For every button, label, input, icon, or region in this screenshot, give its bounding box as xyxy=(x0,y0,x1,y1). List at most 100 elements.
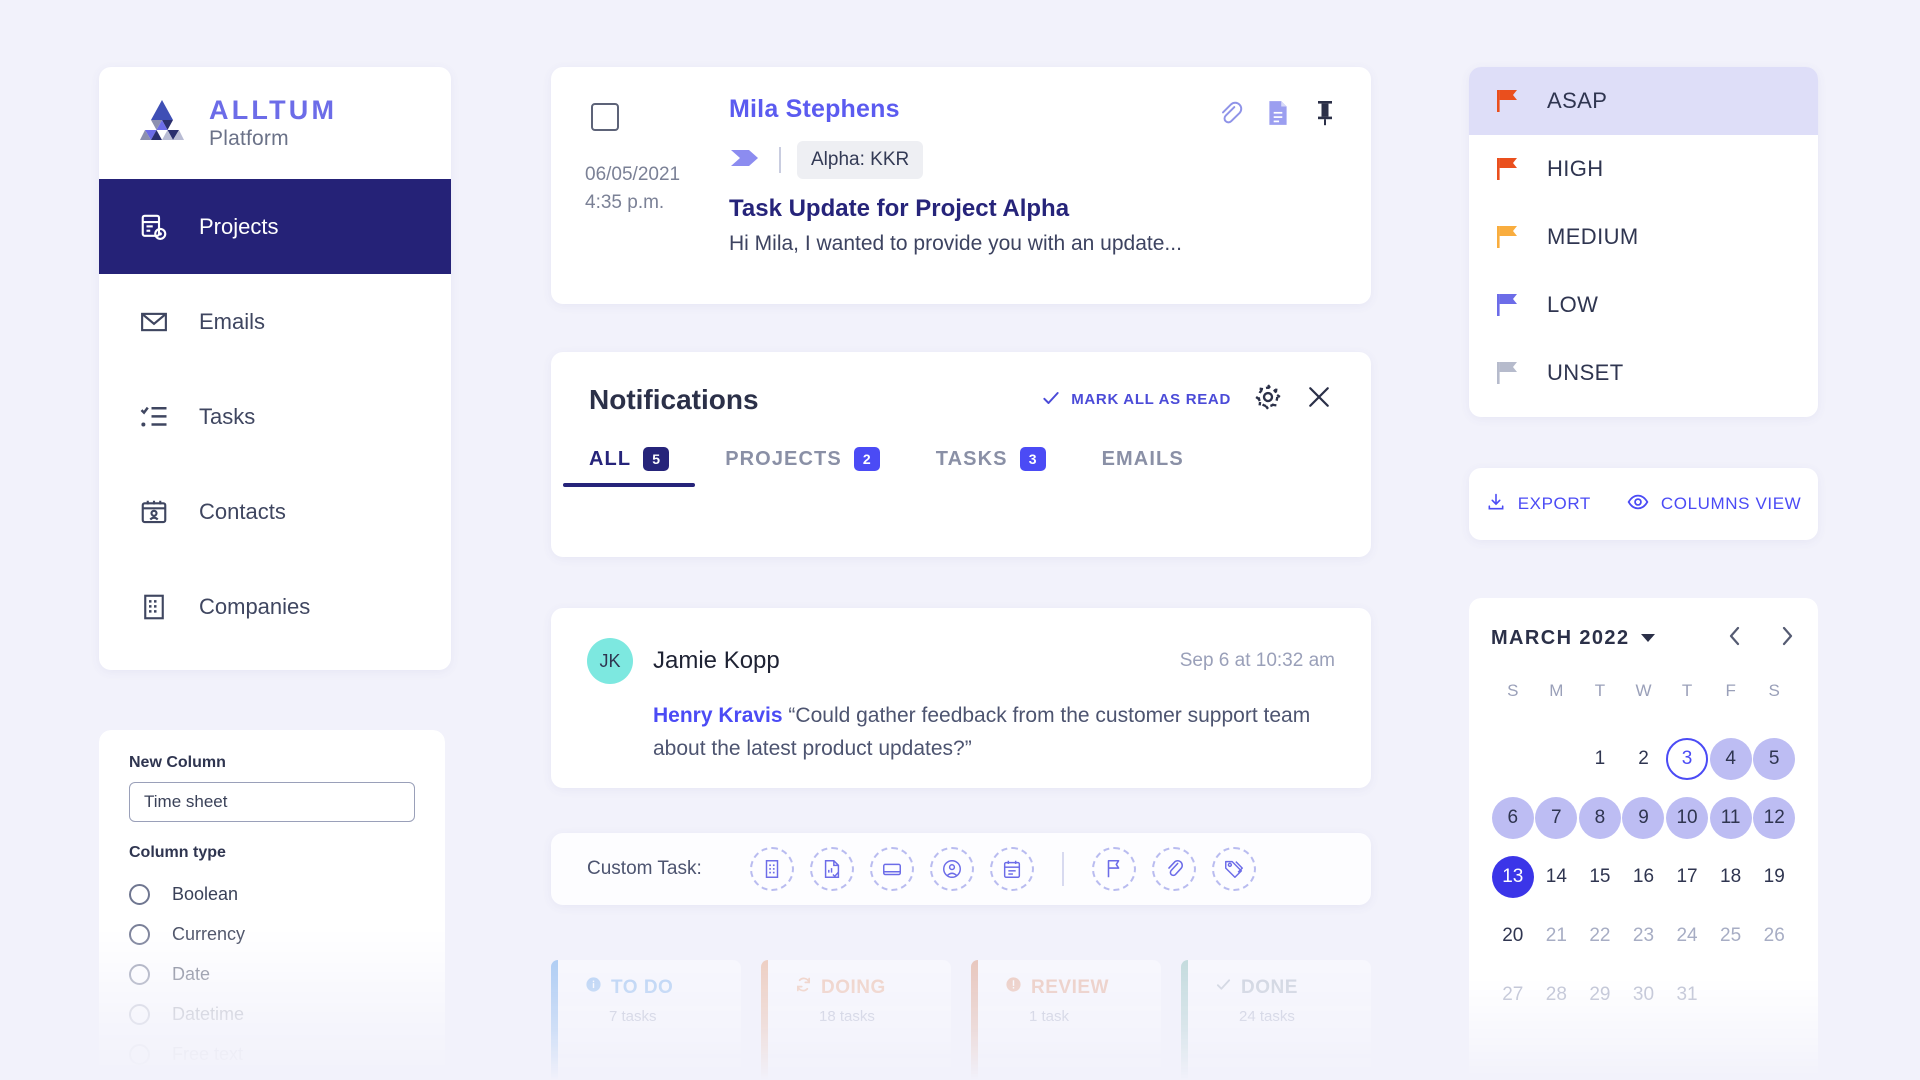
close-icon[interactable] xyxy=(1305,383,1333,416)
calendar-day[interactable]: 30 xyxy=(1622,974,1664,1016)
calendar-day[interactable]: 14 xyxy=(1535,856,1577,898)
calendar-day-cell[interactable]: 6 xyxy=(1491,788,1535,847)
calendar-day-cell[interactable]: 31 xyxy=(1665,965,1709,1024)
radio-option-boolean[interactable]: Boolean xyxy=(129,874,415,914)
calendar-day-cell[interactable]: 13 xyxy=(1491,847,1535,906)
document-icon[interactable] xyxy=(1265,99,1291,132)
radio-button[interactable] xyxy=(129,883,150,905)
calendar-day-cell[interactable]: 5 xyxy=(1752,729,1796,788)
calendar-day[interactable]: 29 xyxy=(1579,974,1621,1016)
calendar-day-cell[interactable]: 20 xyxy=(1491,906,1535,965)
calendar-day[interactable]: 4 xyxy=(1709,737,1752,780)
calendar-day[interactable]: 17 xyxy=(1666,856,1708,898)
calendar-day[interactable]: 22 xyxy=(1579,915,1621,957)
calendar-icon-button[interactable] xyxy=(989,847,1034,891)
sidebar-item-contacts[interactable]: Contacts xyxy=(99,464,451,559)
attachment-icon-button[interactable] xyxy=(1151,847,1196,891)
kanban-column-review[interactable]: REVIEW 1 task xyxy=(971,960,1161,1080)
radio-option-datetime[interactable]: Datetime xyxy=(129,994,415,1034)
calendar-day-cell[interactable]: 17 xyxy=(1665,847,1709,906)
mark-all-as-read-button[interactable]: MARK ALL AS READ xyxy=(1041,388,1231,412)
calendar-day-cell[interactable]: 12 xyxy=(1752,788,1796,847)
priority-item-high[interactable]: HIGH xyxy=(1469,135,1818,203)
email-card[interactable]: 06/05/2021 4:35 p.m. Mila Stephens Alpha… xyxy=(551,67,1371,304)
calendar-day-cell[interactable]: 30 xyxy=(1622,965,1666,1024)
calendar-day[interactable]: 24 xyxy=(1666,915,1708,957)
sidebar-item-companies[interactable]: Companies xyxy=(99,559,451,654)
tab-projects[interactable]: PROJECTS 2 xyxy=(725,447,880,487)
building-icon-button[interactable] xyxy=(749,847,794,891)
contact-icon-button[interactable] xyxy=(929,847,974,891)
calendar-day[interactable]: 10 xyxy=(1666,796,1709,839)
calendar-day[interactable]: 16 xyxy=(1622,856,1664,898)
calendar-day-cell[interactable]: 27 xyxy=(1491,965,1535,1024)
calendar-day[interactable]: 21 xyxy=(1535,915,1577,957)
priority-item-asap[interactable]: ASAP xyxy=(1469,67,1818,135)
card-icon-button[interactable] xyxy=(869,847,914,891)
calendar-day-cell[interactable]: 28 xyxy=(1535,965,1579,1024)
calendar-day-cell[interactable]: 25 xyxy=(1709,906,1753,965)
tag-icon-button[interactable] xyxy=(1211,847,1256,891)
calendar-day-cell[interactable]: 15 xyxy=(1578,847,1622,906)
priority-item-low[interactable]: LOW xyxy=(1469,271,1818,339)
sidebar-item-emails[interactable]: Emails xyxy=(99,274,451,369)
calendar-day-cell[interactable]: 10 xyxy=(1665,788,1709,847)
kanban-column-todo[interactable]: TO DO 7 tasks xyxy=(551,960,741,1080)
next-month-button[interactable] xyxy=(1778,624,1796,653)
radio-button[interactable] xyxy=(129,1043,150,1065)
calendar-day[interactable]: 27 xyxy=(1492,974,1534,1016)
tab-all[interactable]: ALL 5 xyxy=(562,447,696,487)
calendar-day[interactable]: 7 xyxy=(1535,796,1578,839)
notification-mentioned-person[interactable]: Henry Kravis xyxy=(653,704,783,727)
sidebar-item-projects[interactable]: Projects xyxy=(99,179,451,274)
calendar-day[interactable]: 12 xyxy=(1753,796,1796,839)
pin-icon[interactable] xyxy=(1313,99,1337,132)
calendar-day[interactable]: 23 xyxy=(1622,915,1664,957)
radio-option-free-text[interactable]: Free text xyxy=(129,1034,415,1074)
calendar-day-cell[interactable]: 8 xyxy=(1578,788,1622,847)
calendar-day[interactable]: 11 xyxy=(1709,796,1752,839)
calendar-day[interactable]: 6 xyxy=(1491,796,1534,839)
calendar-day-cell[interactable]: 3 xyxy=(1665,729,1709,788)
calendar-day-cell[interactable]: 14 xyxy=(1535,847,1579,906)
calendar-day[interactable]: 5 xyxy=(1753,737,1796,780)
calendar-day-cell[interactable]: 18 xyxy=(1709,847,1753,906)
priority-item-unset[interactable]: UNSET xyxy=(1469,339,1818,407)
radio-option-date[interactable]: Date xyxy=(129,954,415,994)
email-checkbox[interactable] xyxy=(591,103,619,131)
kanban-column-done[interactable]: DONE 24 tasks xyxy=(1181,960,1371,1080)
calendar-day[interactable]: 20 xyxy=(1492,915,1534,957)
calendar-day-cell[interactable]: 4 xyxy=(1709,729,1753,788)
radio-button[interactable] xyxy=(129,1003,150,1025)
file-check-icon-button[interactable] xyxy=(809,847,854,891)
column-name-input[interactable] xyxy=(129,782,415,822)
calendar-day[interactable]: 15 xyxy=(1579,856,1621,898)
calendar-day[interactable]: 2 xyxy=(1622,738,1664,780)
calendar-day-cell[interactable]: 11 xyxy=(1709,788,1753,847)
project-tag[interactable]: Alpha: KKR xyxy=(797,141,924,179)
calendar-day-cell[interactable]: 16 xyxy=(1622,847,1666,906)
calendar-day[interactable]: 3 xyxy=(1666,737,1709,780)
chevron-down-icon[interactable] xyxy=(1641,630,1656,648)
calendar-day-cell[interactable]: 9 xyxy=(1622,788,1666,847)
calendar-day-cell[interactable]: 21 xyxy=(1535,906,1579,965)
attachment-icon[interactable] xyxy=(1217,100,1243,131)
priority-item-medium[interactable]: MEDIUM xyxy=(1469,203,1818,271)
calendar-day[interactable]: 31 xyxy=(1666,974,1708,1016)
flag-icon-button[interactable] xyxy=(1091,847,1136,891)
prev-month-button[interactable] xyxy=(1726,624,1744,653)
tab-emails[interactable]: EMAILS xyxy=(1102,448,1184,487)
export-button[interactable]: EXPORT xyxy=(1486,492,1591,517)
calendar-day[interactable]: 9 xyxy=(1622,796,1665,839)
calendar-day-cell[interactable]: 23 xyxy=(1622,906,1666,965)
calendar-day-cell[interactable]: 7 xyxy=(1535,788,1579,847)
calendar-day[interactable]: 8 xyxy=(1578,796,1621,839)
calendar-day[interactable]: 13 xyxy=(1491,855,1534,898)
radio-button[interactable] xyxy=(129,923,150,945)
calendar-day-cell[interactable]: 29 xyxy=(1578,965,1622,1024)
columns-view-button[interactable]: COLUMNS VIEW xyxy=(1627,491,1801,518)
gear-icon[interactable] xyxy=(1253,382,1283,417)
radio-option-currency[interactable]: Currency xyxy=(129,914,415,954)
calendar-day-cell[interactable]: 24 xyxy=(1665,906,1709,965)
calendar-day[interactable]: 26 xyxy=(1753,915,1795,957)
